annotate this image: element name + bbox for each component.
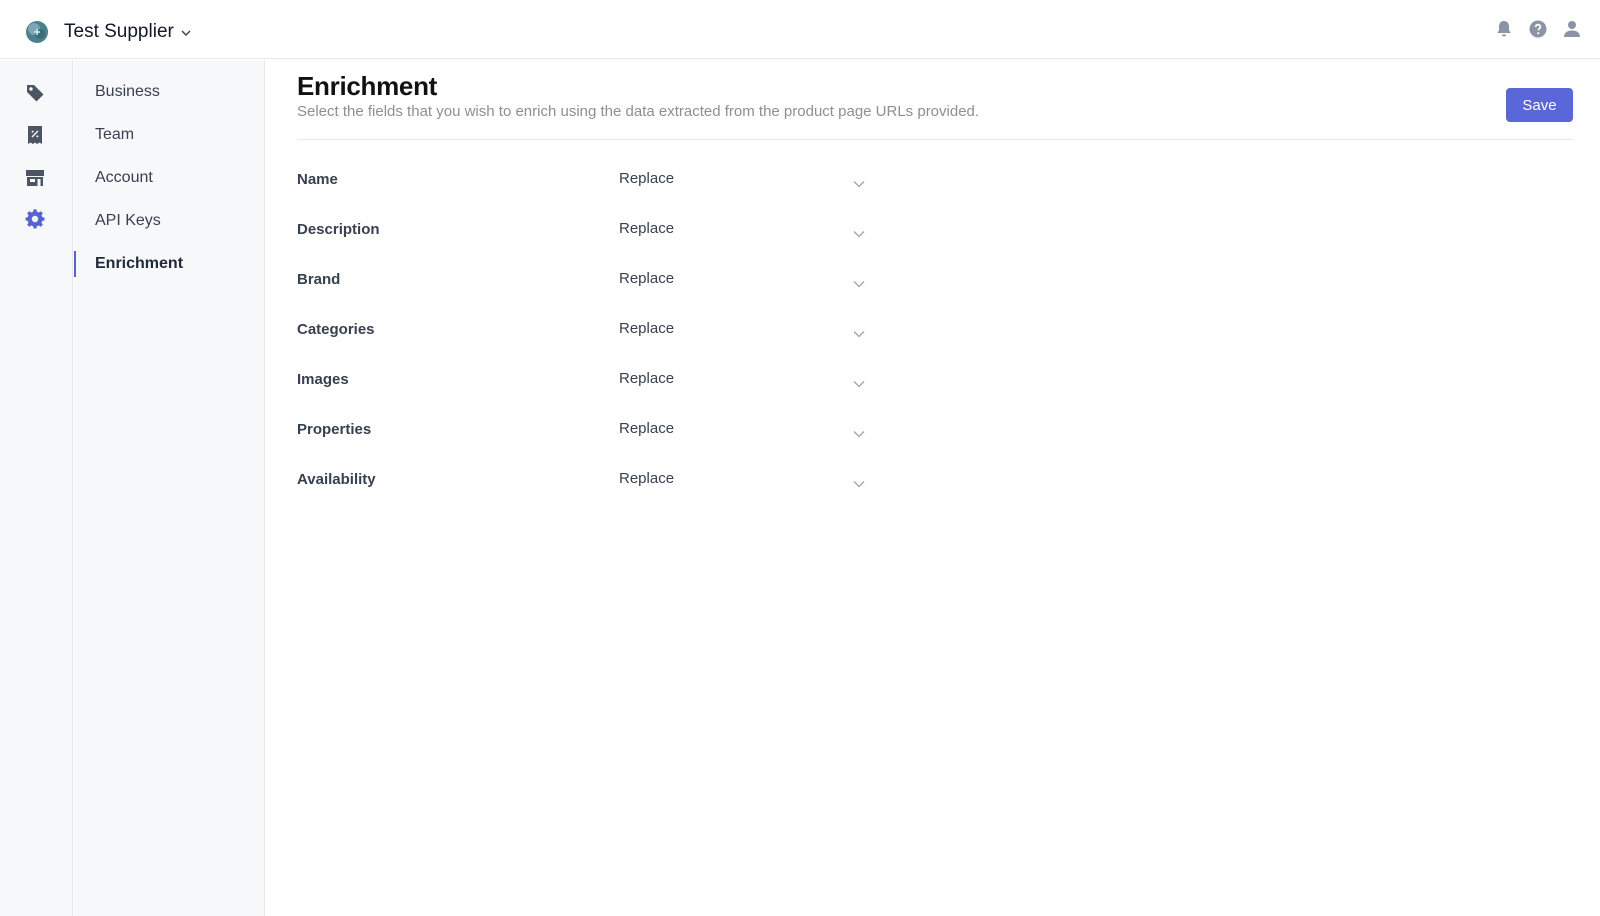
subnav-item-account[interactable]: Account bbox=[74, 165, 264, 191]
field-label: Description bbox=[297, 221, 380, 238]
enrichment-mode-select[interactable]: Replace bbox=[619, 467, 865, 493]
enrichment-mode-select[interactable]: Replace bbox=[619, 167, 865, 193]
enrichment-mode-select[interactable]: Replace bbox=[619, 217, 865, 243]
org-switcher[interactable]: Test Supplier bbox=[64, 19, 192, 45]
select-value: Replace bbox=[619, 370, 675, 387]
select-value: Replace bbox=[619, 220, 675, 237]
subnav-item-label: Enrichment bbox=[95, 255, 184, 272]
subnav-item-api-keys[interactable]: API Keys bbox=[74, 208, 264, 234]
bell-icon[interactable] bbox=[1494, 18, 1514, 40]
chevron-down-icon bbox=[853, 176, 865, 188]
user-icon[interactable] bbox=[1562, 18, 1582, 40]
active-indicator bbox=[74, 251, 76, 277]
receipt-icon[interactable] bbox=[24, 124, 46, 146]
chevron-down-icon bbox=[853, 426, 865, 438]
chevron-down-icon bbox=[853, 326, 865, 338]
chevron-down-icon bbox=[853, 276, 865, 288]
select-value: Replace bbox=[619, 320, 675, 337]
field-row-categories: Categories Replace bbox=[297, 317, 865, 343]
divider bbox=[297, 139, 1573, 140]
save-button[interactable]: Save bbox=[1506, 88, 1573, 122]
chevron-down-icon bbox=[853, 226, 865, 238]
page-title: Enrichment bbox=[297, 71, 438, 101]
settings-subnav: Business Team Account API Keys Enrichmen… bbox=[74, 60, 265, 916]
subnav-item-label: Team bbox=[95, 126, 135, 143]
enrichment-mode-select[interactable]: Replace bbox=[619, 367, 865, 393]
subnav-item-business[interactable]: Business bbox=[74, 79, 264, 105]
field-label: Images bbox=[297, 371, 349, 388]
store-icon[interactable] bbox=[24, 167, 46, 189]
subnav-item-enrichment[interactable]: Enrichment bbox=[74, 251, 264, 277]
chevron-down-icon bbox=[853, 476, 865, 488]
select-value: Replace bbox=[619, 170, 675, 187]
org-name: Test Supplier bbox=[64, 21, 174, 42]
chevron-down-icon bbox=[853, 376, 865, 388]
logo-icon[interactable] bbox=[24, 19, 50, 45]
settings-icon[interactable] bbox=[24, 208, 46, 230]
subnav-item-label: Account bbox=[95, 169, 153, 186]
field-label: Properties bbox=[297, 421, 372, 438]
field-row-name: Name Replace bbox=[297, 167, 865, 193]
subnav-item-label: Business bbox=[95, 83, 160, 100]
field-row-images: Images Replace bbox=[297, 367, 865, 393]
field-row-properties: Properties Replace bbox=[297, 417, 865, 443]
field-label: Categories bbox=[297, 321, 375, 338]
select-value: Replace bbox=[619, 420, 675, 437]
field-label: Availability bbox=[297, 471, 376, 488]
main-content: Enrichment Select the fields that you wi… bbox=[265, 60, 1600, 916]
icon-rail bbox=[0, 60, 73, 916]
tag-icon[interactable] bbox=[24, 82, 46, 104]
field-row-availability: Availability Replace bbox=[297, 467, 865, 493]
enrichment-mode-select[interactable]: Replace bbox=[619, 317, 865, 343]
subnav-item-label: API Keys bbox=[95, 212, 161, 229]
top-bar: Test Supplier bbox=[0, 0, 1600, 59]
chevron-down-icon bbox=[180, 26, 192, 38]
field-row-brand: Brand Replace bbox=[297, 267, 865, 293]
field-row-description: Description Replace bbox=[297, 217, 865, 243]
field-label: Brand bbox=[297, 271, 341, 288]
page-subtitle: Select the fields that you wish to enric… bbox=[297, 103, 980, 120]
enrichment-mode-select[interactable]: Replace bbox=[619, 267, 865, 293]
select-value: Replace bbox=[619, 470, 675, 487]
select-value: Replace bbox=[619, 270, 675, 287]
enrichment-mode-select[interactable]: Replace bbox=[619, 417, 865, 443]
field-label: Name bbox=[297, 171, 338, 188]
subnav-item-team[interactable]: Team bbox=[74, 122, 264, 148]
help-icon[interactable] bbox=[1528, 18, 1548, 40]
